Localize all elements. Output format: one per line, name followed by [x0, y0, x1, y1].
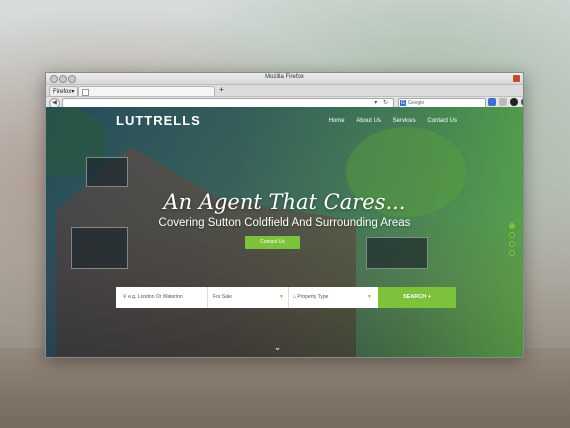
site-logo[interactable]: LUTTRELLS — [116, 113, 201, 128]
title-bar: Mozilla Firefox — [46, 73, 523, 85]
property-type-select[interactable]: ⌂ Property Type ▼ — [288, 287, 376, 308]
sale-type-select[interactable]: For Sale ▼ — [208, 287, 289, 308]
background-deck — [0, 348, 570, 428]
google-icon: G — [400, 100, 406, 106]
slider-pagination — [509, 223, 516, 259]
slider-dot[interactable] — [509, 250, 515, 256]
browser-tab[interactable] — [78, 86, 215, 96]
nav-about-us[interactable]: About Us — [356, 118, 381, 124]
nav-home[interactable]: Home — [329, 118, 345, 124]
bookmark-icon[interactable] — [488, 98, 496, 106]
house-window — [86, 157, 128, 187]
url-action-icons[interactable]: ▾ ↻ — [374, 99, 390, 106]
site-nav: Home About Us Services Contact Us — [319, 118, 457, 124]
slider-dot[interactable] — [509, 223, 515, 229]
sale-type-value: For Sale — [213, 294, 232, 300]
house-window — [366, 237, 428, 269]
property-type-value: Property Type — [297, 294, 329, 300]
firefox-menu-label: Firefox — [53, 89, 72, 95]
slider-dot[interactable] — [509, 241, 515, 247]
scroll-down-icon[interactable]: ⌄ — [273, 343, 282, 352]
search-button[interactable]: SEARCH + — [378, 287, 456, 308]
house-window — [71, 227, 128, 269]
location-placeholder: e.g. London Or Waterton — [128, 294, 183, 300]
firefox-menu-button[interactable]: Firefox▾ — [49, 86, 79, 97]
hero-headline: An Agent That Cares... — [163, 190, 406, 214]
favicon-icon — [82, 89, 89, 96]
tab-bar: Firefox▾ + — [46, 85, 523, 97]
property-search-form: ⚲ e.g. London Or Waterton For Sale ▼ ⌂ Pr… — [116, 287, 456, 308]
nav-services[interactable]: Services — [393, 118, 416, 124]
chevron-down-icon: ▼ — [279, 294, 284, 300]
close-icon[interactable] — [513, 75, 520, 82]
new-tab-button[interactable]: + — [217, 86, 226, 94]
download-icon[interactable] — [499, 98, 507, 106]
nav-contact-us[interactable]: Contact Us — [427, 118, 457, 124]
browser-window: Mozilla Firefox Firefox▾ + ◀ ▾ ↻ G Google… — [45, 72, 524, 358]
slider-dot[interactable] — [509, 232, 515, 238]
chevron-down-icon: ▼ — [367, 294, 372, 300]
menu-icon[interactable] — [521, 98, 523, 106]
website-hero: LUTTRELLS Home About Us Services Contact… — [46, 107, 523, 357]
search-placeholder: Google — [408, 100, 425, 106]
window-title: Mozilla Firefox — [265, 74, 304, 80]
addon-icon[interactable] — [510, 98, 518, 106]
location-field[interactable]: ⚲ e.g. London Or Waterton — [116, 287, 208, 308]
contact-us-button[interactable]: Contact Us — [245, 236, 300, 249]
hero-subheadline: Covering Sutton Coldfield And Surroundin… — [158, 217, 411, 229]
